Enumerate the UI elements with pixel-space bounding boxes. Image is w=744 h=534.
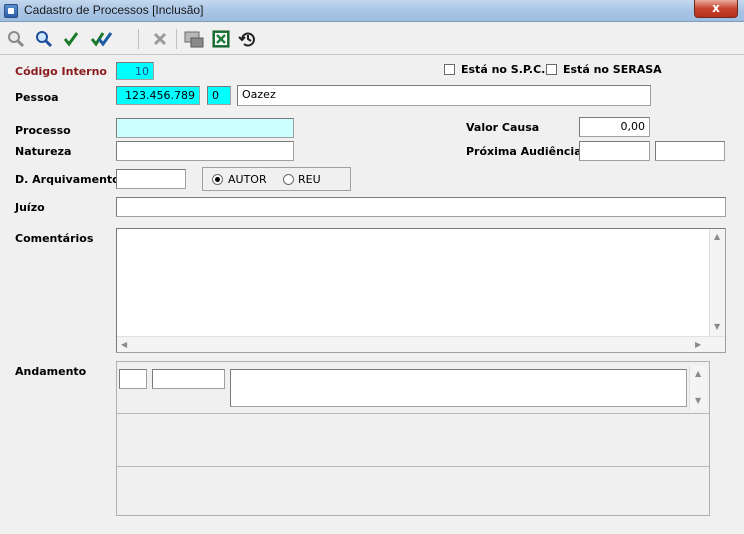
close-button[interactable]: x: [694, 0, 738, 18]
valor-causa-label: Valor Causa: [466, 121, 540, 134]
confirm-button[interactable]: [59, 28, 83, 50]
check-icon: [63, 32, 79, 47]
pessoa-code-field[interactable]: 0: [207, 86, 231, 105]
comentarios-vertical-scrollbar[interactable]: ▲ ▼: [709, 229, 725, 336]
d-arquivamento-field[interactable]: [116, 169, 186, 189]
processo-field[interactable]: [116, 118, 294, 138]
reu-radio[interactable]: [283, 174, 294, 185]
spc-label: Está no S.P.C.: [461, 63, 546, 76]
comentarios-horizontal-scrollbar[interactable]: ◀ ▶: [117, 336, 725, 352]
serasa-checkbox[interactable]: [546, 64, 557, 75]
scroll-up-icon[interactable]: ▲: [695, 370, 701, 378]
history-clock-icon: [238, 32, 255, 47]
reu-radio-label: REU: [298, 173, 321, 186]
andamento-divider: [117, 466, 709, 467]
excel-icon: [212, 30, 230, 48]
confirm-all-button[interactable]: [90, 28, 114, 50]
excel-button[interactable]: [209, 28, 233, 50]
scroll-up-icon[interactable]: ▲: [714, 233, 720, 241]
pessoa-cpf-field[interactable]: 123.456.789: [116, 86, 200, 105]
valor-causa-field[interactable]: 0,00: [579, 117, 650, 137]
parte-radio-group: AUTOR REU: [202, 167, 351, 191]
history-button[interactable]: [236, 28, 260, 50]
proxima-audiencia-date-field[interactable]: [579, 141, 650, 161]
serasa-label: Está no SERASA: [563, 63, 662, 76]
andamento-panel: ▲ ▼: [116, 361, 710, 516]
x-icon: [153, 32, 167, 46]
toolbar: [0, 23, 744, 55]
pessoa-label: Pessoa: [15, 91, 59, 104]
codigo-interno-field[interactable]: 10: [116, 62, 154, 80]
proxima-audiencia-time-field[interactable]: [655, 141, 725, 161]
andamento-field-1[interactable]: [119, 369, 147, 389]
magnifier-icon: [36, 31, 53, 48]
juizo-field[interactable]: [116, 197, 726, 217]
app-icon: [4, 4, 18, 18]
zoom-out-search-button[interactable]: [4, 28, 28, 50]
spc-checkbox[interactable]: [444, 64, 455, 75]
comentarios-memo[interactable]: ▲ ▼ ◀ ▶: [116, 228, 726, 353]
juizo-label: Juízo: [15, 201, 45, 214]
natureza-label: Natureza: [15, 145, 72, 158]
window-title: Cadastro de Processos [Inclusão]: [24, 3, 204, 17]
proxima-audiencia-label: Próxima Audiência: [466, 145, 582, 158]
andamento-divider: [117, 413, 709, 414]
andamento-text-memo[interactable]: [230, 369, 687, 407]
scroll-down-icon[interactable]: ▼: [714, 323, 720, 331]
d-arquivamento-label: D. Arquivamento: [15, 173, 120, 186]
andamento-vertical-scrollbar[interactable]: ▲ ▼: [689, 366, 707, 410]
scroll-down-icon[interactable]: ▼: [695, 397, 701, 405]
codigo-interno-label: Código Interno: [15, 65, 107, 78]
scroll-right-icon[interactable]: ▶: [695, 341, 701, 349]
processo-label: Processo: [15, 124, 71, 137]
cancel-button[interactable]: [148, 28, 172, 50]
pessoa-name-field[interactable]: Oazez: [237, 85, 651, 106]
title-bar: Cadastro de Processos [Inclusão] x: [0, 0, 744, 22]
magnifier-gray-icon: [8, 31, 25, 48]
comentarios-label: Comentários: [15, 232, 94, 245]
double-check-icon: [91, 32, 113, 47]
andamento-field-2[interactable]: [152, 369, 225, 389]
autor-radio-label: AUTOR: [228, 173, 267, 186]
printer-icon: [184, 31, 204, 48]
toolbar-separator: [138, 29, 139, 49]
print-button[interactable]: [182, 28, 206, 50]
scroll-left-icon[interactable]: ◀: [121, 341, 127, 349]
andamento-label: Andamento: [15, 365, 87, 378]
toolbar-separator: [176, 29, 177, 49]
natureza-field[interactable]: [116, 141, 294, 161]
search-button[interactable]: [32, 28, 56, 50]
autor-radio[interactable]: [212, 174, 223, 185]
